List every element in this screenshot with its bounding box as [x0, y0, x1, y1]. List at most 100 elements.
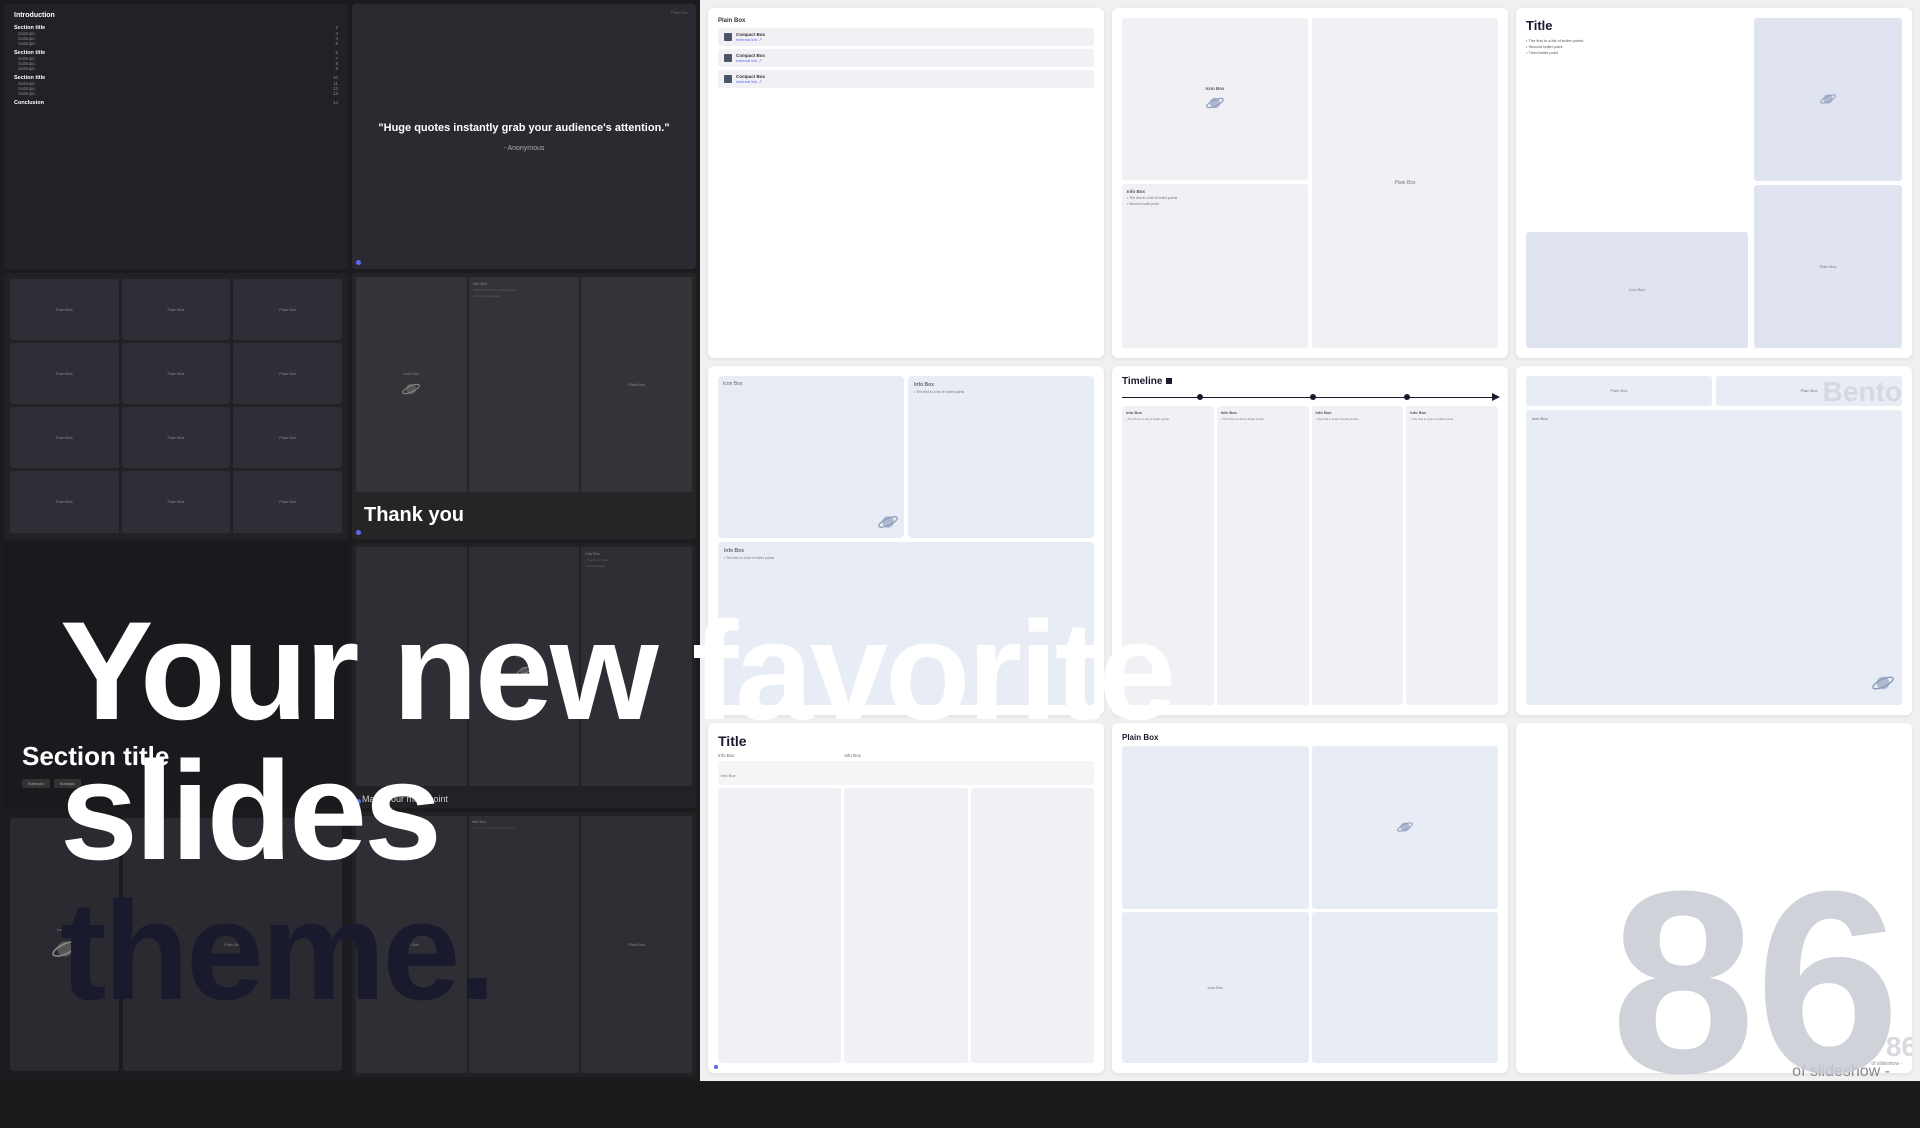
light-slide-timeline: Timeline Info Box • The first in a list …	[1112, 366, 1508, 716]
bullet1: • The first in a list of bullet points	[473, 288, 576, 292]
planet-icon-lg	[52, 936, 78, 962]
iconbox-label-b2: Icon Box	[404, 942, 420, 947]
icon-box-r2c1: Icon Box	[723, 381, 742, 387]
toc-sub: Subtopic13	[14, 91, 338, 96]
toc-num-4: 14	[329, 100, 338, 106]
light-slide-r3c1: Title Info Box Info Box Info Box	[708, 723, 1104, 1073]
bento-label: Bento	[1823, 376, 1902, 408]
toc-conclusion: Conclusion	[14, 100, 44, 106]
planet-bento-icon	[1872, 672, 1894, 694]
slide-number: 86	[1611, 853, 1900, 1113]
bullet-1: • The first in a list of bullet points	[1127, 196, 1303, 200]
infobox-label: Info Box	[585, 551, 688, 556]
info-box-t3: Info Box	[1316, 410, 1400, 415]
pb-label: Plain Box	[56, 307, 73, 312]
infobox-label-b2: Info Box	[472, 819, 577, 824]
thankyou-text: Thank you	[364, 504, 684, 527]
iconbox-label: Icon Box	[516, 654, 532, 659]
planet-icon-r1c3	[1820, 91, 1836, 107]
pb-label: Plain Box	[168, 371, 185, 376]
pb-label: Plain Box	[56, 499, 73, 504]
bullet-2: • Second bullet point	[1526, 44, 1748, 49]
light-slide-compact: Plain Box Compact Box external link ↗ Co…	[708, 8, 1104, 358]
compact-link-3: external link ↗	[736, 79, 1088, 84]
light-icon-label: Icon Box	[1205, 86, 1224, 91]
dark-slide-mixed: Plain Box Icon Box Info Box • The first …	[352, 543, 696, 808]
dark-slide-bottom-2: Icon Box Info Box • The first in a list …	[352, 812, 696, 1077]
placeholder-r3-3	[971, 788, 1094, 1063]
dark-slide-quote: "Huge quotes instantly grab your audienc…	[352, 4, 696, 269]
info-box-t4: Info Box	[1410, 410, 1494, 415]
dark-slide-bottom-1: Icon Box Plain Box	[4, 812, 348, 1077]
info-box-t2: Info Box	[1221, 410, 1305, 415]
dark-slide-thankyou: Icon Box Info Box • The first in a list …	[352, 273, 696, 538]
plainbox-label-b2: Plain Box	[628, 942, 645, 947]
bullet-1: • The first in a list of bullet points	[1526, 38, 1748, 43]
placeholder-box-1	[1122, 746, 1309, 908]
pb-label: Plain Box	[56, 435, 73, 440]
pb-label: Plain Box	[279, 499, 296, 504]
light-slide-r3c2: Plain Box Icon Box	[1112, 723, 1508, 1073]
pb-label: Plain Box	[279, 307, 296, 312]
info-box-r2c1: Info Box	[914, 382, 1088, 388]
icon-box-label-r1c3: Icon Box	[1629, 287, 1645, 292]
toc-sub: Subtopic5	[14, 41, 338, 46]
light-slide-iconinfo: Icon Box Info Box • The first in a list …	[1112, 8, 1508, 358]
plainbox-label: Plain Box	[628, 382, 645, 387]
toc-title: Introduction	[14, 12, 338, 19]
light-slide-title-bullets: Title • The first in a list of bullet po…	[1516, 8, 1912, 358]
subtopic-badge-2: Subtopic	[54, 779, 82, 788]
placeholder-r3-1	[718, 788, 841, 1063]
bullet-2: • Second bullet point	[1127, 202, 1303, 206]
info-box-r3-3: Info Box	[721, 773, 736, 778]
pb-label: Plain Box	[168, 435, 185, 440]
pb-label: Plain Box	[279, 371, 296, 376]
planet-r3c2	[1397, 819, 1413, 835]
info-box-r3-2: Info Box	[844, 753, 967, 758]
light-slide-bento: Plain Box Plain Box Icon Box Ben	[1516, 366, 1912, 716]
info-box-t1: Info Box	[1126, 410, 1210, 415]
slide-r3c2-label: Plain Box	[1122, 733, 1498, 742]
icon-box-bento: Icon Box	[1532, 416, 1548, 421]
pb-label: Plain Box	[279, 435, 296, 440]
infobox-label: Info Box	[473, 281, 576, 286]
light-info-label: Info Box	[1127, 189, 1303, 194]
planet-icon-r2c1	[878, 512, 898, 532]
subtopic-badge-1: Subtopic	[22, 779, 50, 788]
pb-label: Plain Box	[168, 499, 185, 504]
quote-text: "Huge quotes instantly grab your audienc…	[378, 121, 669, 136]
info-box-r3-1: Info Box	[718, 753, 841, 758]
timeline-dot-3	[1404, 394, 1410, 400]
slide-counter-container: 86 of slideshow -	[1611, 853, 1920, 1081]
compact-link: external link ↗	[736, 37, 1088, 42]
planet-icon	[402, 380, 420, 398]
plain-box-bento-1: Plain Box	[1611, 388, 1628, 393]
timeline-title: Timeline	[1122, 376, 1162, 387]
compact-icon-2	[724, 54, 732, 62]
main-point-text: Make your main point	[352, 786, 696, 808]
toc-sub: Subtopic9	[14, 66, 338, 71]
main-container: Introduction Section title 2 Subtopic3 S…	[0, 0, 1920, 1081]
bullet-3: • Third bullet point	[1526, 50, 1748, 55]
dark-slide-plain-boxes: Plain Box Plain Box Plain Box Plain Box …	[4, 273, 348, 538]
plain-box-header: Plain Box	[718, 18, 1094, 24]
icon-box-r3c2: Icon Box	[1207, 985, 1223, 990]
planet-icon-small	[516, 663, 532, 679]
pb-label: Plain Box	[168, 307, 185, 312]
compact-icon	[724, 33, 732, 41]
slide-title-r3: Title	[718, 733, 1094, 749]
section-title: Section title	[22, 742, 330, 771]
timeline-arrow	[1492, 393, 1500, 401]
planet-icon-light	[1206, 94, 1224, 112]
slide-title: Title	[1526, 18, 1748, 33]
dark-panel: Introduction Section title 2 Subtopic3 S…	[0, 0, 700, 1081]
pb-label: Plain Box	[56, 371, 73, 376]
info-box-bottom-r2c1: Info Box	[724, 548, 1088, 554]
timeline-dot-2	[1310, 394, 1316, 400]
compact-link-2: external link ↗	[736, 58, 1088, 63]
timeline-dot-1	[1197, 394, 1203, 400]
dark-slide-section: Section title Subtopic Subtopic	[4, 543, 348, 808]
light-slide-r2c1: Icon Box Info Box • The first in a list …	[708, 366, 1104, 716]
dark-slide-toc: Introduction Section title 2 Subtopic3 S…	[4, 4, 348, 269]
plain-box-label-r1c3: Plain Box	[1820, 264, 1837, 269]
